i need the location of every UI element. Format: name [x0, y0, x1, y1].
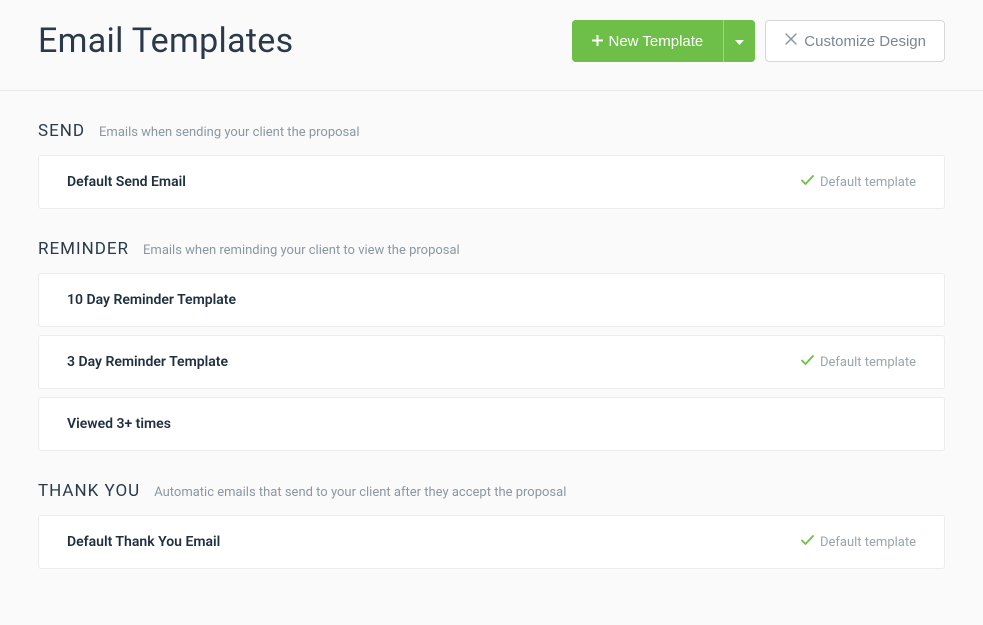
new-template-label: New Template — [609, 33, 704, 50]
section-title-reminder: REMINDER — [38, 239, 129, 259]
design-icon — [784, 32, 798, 50]
template-name: 3 Day Reminder Template — [67, 354, 228, 370]
plus-icon — [592, 33, 603, 50]
default-badge: Default template — [801, 175, 916, 190]
check-icon — [801, 535, 814, 550]
new-template-button[interactable]: New Template — [572, 20, 724, 62]
template-name: Viewed 3+ times — [67, 416, 171, 432]
default-badge: Default template — [801, 355, 916, 370]
default-badge-label: Default template — [820, 535, 916, 550]
section-header-send: SEND Emails when sending your client the… — [38, 121, 945, 141]
section-header-reminder: REMINDER Emails when reminding your clie… — [38, 239, 945, 259]
default-badge-label: Default template — [820, 355, 916, 370]
template-card[interactable]: 10 Day Reminder Template — [38, 273, 945, 327]
header-actions: New Template Customize Design — [572, 20, 946, 62]
section-desc-send: Emails when sending your client the prop… — [99, 125, 359, 140]
page-title: Email Templates — [38, 21, 293, 61]
section-send: SEND Emails when sending your client the… — [38, 121, 945, 209]
section-thankyou: THANK YOU Automatic emails that send to … — [38, 481, 945, 569]
section-title-thankyou: THANK YOU — [38, 481, 140, 501]
section-reminder: REMINDER Emails when reminding your clie… — [38, 239, 945, 451]
template-name: Default Send Email — [67, 174, 186, 190]
template-card[interactable]: 3 Day Reminder Template Default template — [38, 335, 945, 389]
section-desc-reminder: Emails when reminding your client to vie… — [143, 243, 460, 258]
customize-design-label: Customize Design — [804, 33, 926, 50]
page-container: Email Templates New Template — [0, 0, 983, 569]
section-desc-thankyou: Automatic emails that send to your clien… — [154, 485, 566, 500]
section-header-thankyou: THANK YOU Automatic emails that send to … — [38, 481, 945, 501]
content-area: SEND Emails when sending your client the… — [0, 91, 983, 569]
new-template-dropdown-button[interactable] — [723, 20, 755, 62]
caret-down-icon — [735, 34, 744, 49]
page-header: Email Templates New Template — [0, 0, 983, 91]
check-icon — [801, 175, 814, 190]
template-card[interactable]: Default Thank You Email Default template — [38, 515, 945, 569]
default-badge-label: Default template — [820, 175, 916, 190]
template-card[interactable]: Viewed 3+ times — [38, 397, 945, 451]
default-badge: Default template — [801, 535, 916, 550]
template-card[interactable]: Default Send Email Default template — [38, 155, 945, 209]
template-name: 10 Day Reminder Template — [67, 292, 236, 308]
template-name: Default Thank You Email — [67, 534, 220, 550]
section-title-send: SEND — [38, 121, 85, 141]
check-icon — [801, 355, 814, 370]
customize-design-button[interactable]: Customize Design — [765, 20, 945, 62]
new-template-button-group: New Template — [572, 20, 756, 62]
